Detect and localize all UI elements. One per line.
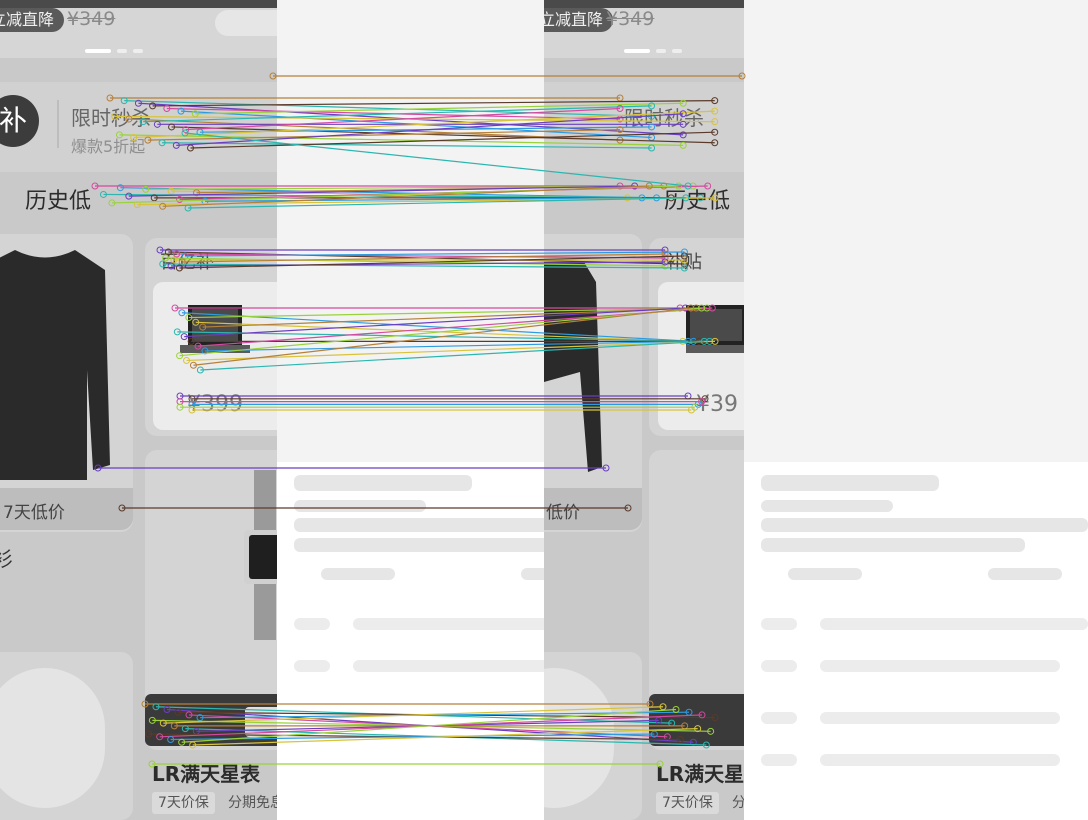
match-lines-overlay bbox=[91, 72, 746, 768]
match-line bbox=[185, 107, 621, 131]
match-line bbox=[152, 100, 715, 107]
match-line bbox=[147, 128, 621, 141]
match-line bbox=[186, 340, 716, 362]
match-line bbox=[188, 307, 707, 319]
